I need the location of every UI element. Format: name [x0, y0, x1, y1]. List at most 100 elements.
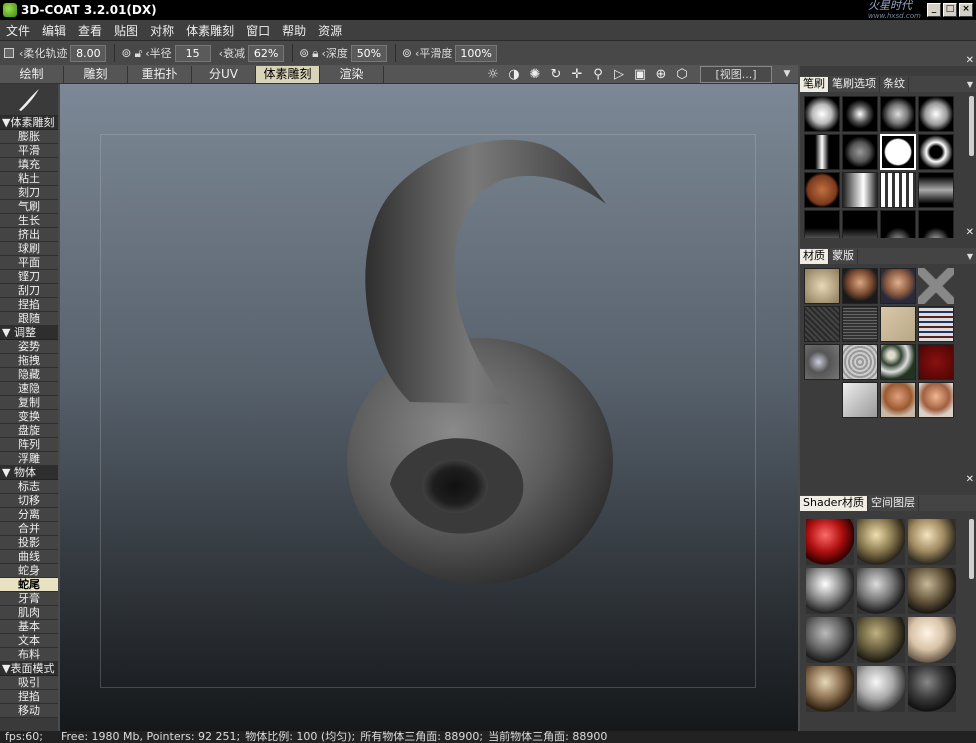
tool-item[interactable]: 捏掐	[0, 690, 58, 704]
menu-symmetry[interactable]: 对称	[144, 22, 180, 39]
tab-masks[interactable]: 蒙版	[829, 248, 858, 264]
shader-thumbnail[interactable]	[806, 519, 854, 565]
material-thumbnail[interactable]	[804, 344, 840, 380]
tab-materials[interactable]: 材质	[800, 248, 829, 264]
folder-icon[interactable]	[842, 382, 878, 418]
shader-thumbnail[interactable]	[857, 519, 905, 565]
sun-icon[interactable]: ☼	[484, 66, 502, 83]
brush-thumbnail[interactable]	[842, 96, 878, 132]
material-thumbnail[interactable]	[804, 306, 840, 342]
tool-item[interactable]: 隐藏	[0, 368, 58, 382]
unlock-icon[interactable]: 🔓︎	[134, 46, 142, 61]
soft-trail-checkbox[interactable]	[4, 48, 14, 58]
minimize-button[interactable]: _	[927, 3, 941, 17]
soft-trail-field[interactable]: 8.00	[70, 44, 107, 62]
tool-item[interactable]: 填充	[0, 158, 58, 172]
tool-item[interactable]: 刻刀	[0, 186, 58, 200]
tool-item[interactable]: 肌肉	[0, 606, 58, 620]
tool-item[interactable]: 蛇尾	[0, 578, 58, 592]
tool-item[interactable]: 变换	[0, 410, 58, 424]
shader-thumbnail[interactable]	[806, 617, 854, 663]
tool-item[interactable]: 铿刀	[0, 270, 58, 284]
tool-item[interactable]: 阵列	[0, 438, 58, 452]
shader-thumbnail[interactable]	[908, 617, 956, 663]
tool-section-header[interactable]: ▼体素雕刻	[0, 116, 58, 130]
tab-brush-options[interactable]: 笔刷选项	[829, 76, 880, 92]
material-thumbnail[interactable]	[918, 382, 954, 418]
menu-texture[interactable]: 贴图	[108, 22, 144, 39]
light-icon[interactable]: ✺	[526, 66, 544, 83]
close-button[interactable]: ×	[959, 3, 973, 17]
brush-thumbnail[interactable]	[880, 96, 916, 132]
menu-help[interactable]: 帮助	[276, 22, 312, 39]
tab-sculpt[interactable]: 雕刻	[64, 65, 128, 83]
material-thumbnail[interactable]	[880, 344, 916, 380]
smooth-field[interactable]: 100%	[455, 44, 497, 62]
tab-stripes[interactable]: 条纹	[880, 76, 909, 92]
tool-item[interactable]: 牙膏	[0, 592, 58, 606]
tool-item[interactable]: 曲线	[0, 550, 58, 564]
close-icon[interactable]: ✕	[966, 474, 974, 485]
select-icon[interactable]: ▷	[610, 66, 628, 83]
delete-icon[interactable]	[918, 268, 954, 304]
chevron-down-icon[interactable]: ▼	[967, 252, 973, 261]
shader-thumbnail[interactable]	[857, 666, 905, 712]
tool-item[interactable]: 浮雕	[0, 452, 58, 466]
frame-icon[interactable]: ▣	[631, 66, 649, 83]
brush-thumbnail[interactable]	[804, 134, 840, 170]
tool-section-header[interactable]: ▼表面模式	[0, 662, 58, 676]
tool-item[interactable]: 平滑	[0, 144, 58, 158]
rotate-icon[interactable]: ↻	[547, 66, 565, 83]
brush-thumbnail[interactable]	[842, 172, 878, 208]
tool-item[interactable]: 拖拽	[0, 354, 58, 368]
menu-window[interactable]: 窗口	[240, 22, 276, 39]
shader-thumbnail[interactable]	[806, 568, 854, 614]
tool-item[interactable]: 粘土	[0, 172, 58, 186]
tool-item[interactable]: 合并	[0, 522, 58, 536]
tab-uv[interactable]: 分UV	[192, 65, 256, 83]
sculpt-model[interactable]	[60, 84, 798, 731]
tool-item[interactable]: 标志	[0, 480, 58, 494]
brush-thumbnail[interactable]	[804, 96, 840, 132]
tool-item[interactable]: 捏掐	[0, 298, 58, 312]
chevron-down-icon[interactable]: ▼	[780, 66, 794, 83]
tool-item[interactable]: 刮刀	[0, 284, 58, 298]
close-icon[interactable]: ✕	[966, 55, 974, 66]
tab-retopo[interactable]: 重拓扑	[128, 65, 192, 83]
tool-item[interactable]: 姿势	[0, 340, 58, 354]
material-thumbnail[interactable]	[880, 306, 916, 342]
tool-item[interactable]: 速隐	[0, 382, 58, 396]
depth-field[interactable]: 50%	[350, 44, 387, 62]
brush-thumbnail[interactable]	[880, 134, 916, 170]
target-icon[interactable]: ⊕	[652, 66, 670, 83]
tool-item[interactable]: 分离	[0, 508, 58, 522]
brush-thumbnail[interactable]	[918, 96, 954, 132]
brush-thumbnail[interactable]	[804, 172, 840, 208]
brush-thumbnail[interactable]	[918, 134, 954, 170]
shader-thumbnail[interactable]	[908, 666, 956, 712]
brush-thumbnail[interactable]	[842, 134, 878, 170]
material-thumbnail[interactable]	[842, 344, 878, 380]
material-thumbnail[interactable]	[918, 344, 954, 380]
view-menu-button[interactable]: [视图...]	[700, 66, 772, 83]
tool-item[interactable]: 球刷	[0, 242, 58, 256]
zoom-icon[interactable]: ⚲	[589, 66, 607, 83]
close-icon[interactable]: ✕	[966, 227, 974, 238]
tool-section-header[interactable]: ▼ 物体	[0, 466, 58, 480]
shader-thumbnail[interactable]	[857, 617, 905, 663]
tool-item[interactable]: 吸引	[0, 676, 58, 690]
material-thumbnail[interactable]	[880, 268, 916, 304]
material-thumbnail[interactable]	[804, 268, 840, 304]
menu-resources[interactable]: 资源	[312, 22, 348, 39]
shader-thumbnail[interactable]	[908, 519, 956, 565]
radius-field[interactable]: 15	[174, 44, 211, 62]
chevron-down-icon[interactable]: ▼	[967, 80, 973, 89]
tab-shader-materials[interactable]: Shader材质	[800, 495, 868, 511]
brush-stroke-icon[interactable]	[0, 84, 58, 116]
tool-item[interactable]: 挤出	[0, 228, 58, 242]
tab-paint[interactable]: 绘制	[0, 65, 64, 83]
tool-section-header[interactable]: ▼ 调整	[0, 326, 58, 340]
brush-thumbnail[interactable]	[880, 172, 916, 208]
menu-file[interactable]: 文件	[0, 22, 36, 39]
brush-thumbnail[interactable]	[918, 172, 954, 208]
